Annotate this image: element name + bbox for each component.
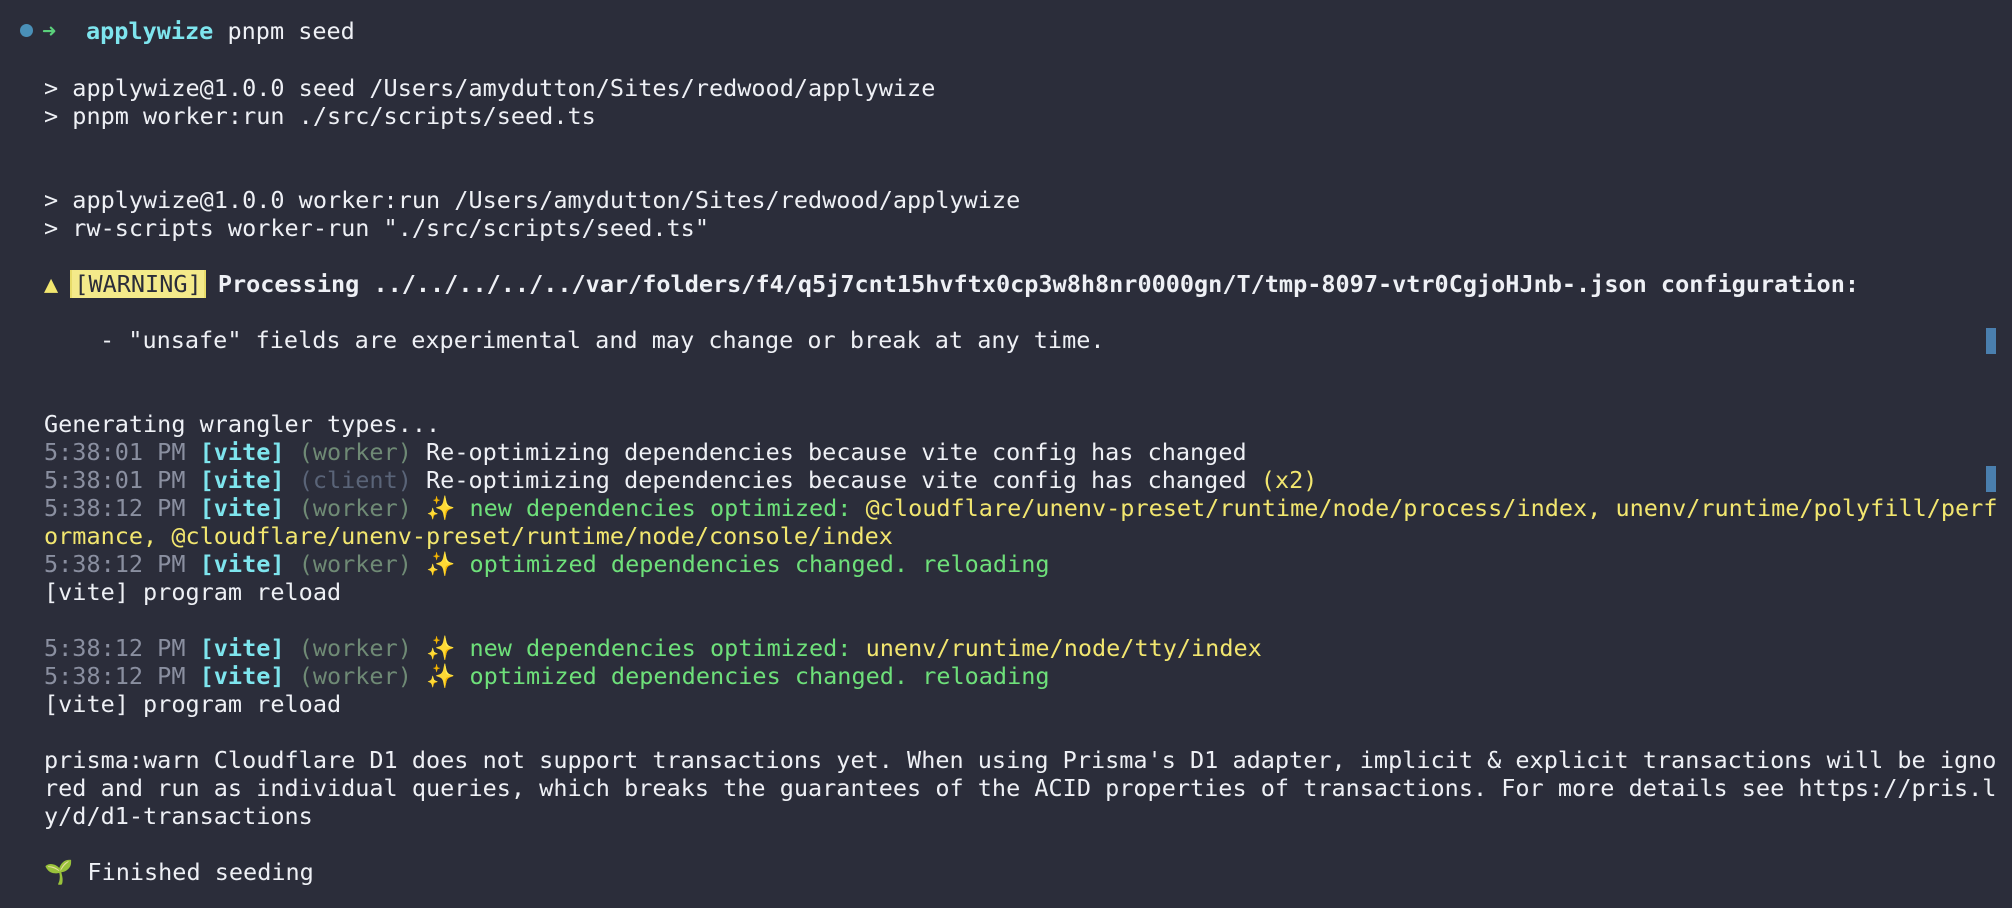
log-context: (worker): [298, 438, 412, 466]
finished-line: 🌱 Finished seeding: [44, 858, 2012, 886]
sparkles-icon: ✨: [426, 550, 456, 578]
log-context: (worker): [298, 634, 412, 662]
prompt-arrow-icon: ➜: [42, 17, 57, 45]
vite-log-line: 5:38:01 PM [vite] (worker) Re-optimizing…: [44, 438, 2012, 466]
sparkles-icon: ✨: [426, 634, 456, 662]
warning-line: ▲ [WARNING] Processing ../../../../../va…: [44, 270, 2012, 298]
log-deps-continued: ormance, @cloudflare/unenv-preset/runtim…: [44, 522, 893, 550]
output-line: > pnpm worker:run ./src/scripts/seed.ts: [44, 102, 596, 130]
log-time: 5:38:12 PM: [44, 550, 186, 578]
sparkles-icon: ✨: [426, 662, 456, 690]
vite-log-line: 5:38:12 PM [vite] (worker) ✨ optimized d…: [44, 662, 2012, 690]
vite-log-line: 5:38:12 PM [vite] (worker) ✨ new depende…: [44, 494, 2012, 522]
vite-tag: [vite]: [199, 438, 285, 466]
log-time: 5:38:12 PM: [44, 662, 186, 690]
vite-tag: [vite]: [199, 634, 285, 662]
prompt-command: pnpm seed: [227, 17, 355, 45]
log-context: (client): [298, 466, 412, 494]
log-message: optimized dependencies changed. reloadin…: [469, 662, 1050, 690]
sprout-icon: 🌱: [44, 858, 74, 886]
log-message: new dependencies optimized:: [469, 494, 852, 522]
vite-tag: [vite]: [199, 662, 285, 690]
vite-tag: [vite]: [199, 550, 285, 578]
log-context: (worker): [298, 550, 412, 578]
log-context: (worker): [298, 662, 412, 690]
prompt-status-dot: [20, 24, 33, 37]
log-time: 5:38:01 PM: [44, 438, 186, 466]
log-deps: unenv/runtime/node/tty/index: [865, 634, 1262, 662]
output-line: [vite] program reload: [44, 578, 342, 606]
vite-tag: [vite]: [199, 494, 285, 522]
terminal-window[interactable]: ➜ applywize pnpm seed > applywize@1.0.0 …: [0, 0, 2012, 908]
warning-triangle-icon: ▲: [44, 270, 59, 298]
log-message: Re-optimizing dependencies because vite …: [426, 438, 1247, 466]
scrollbar-marker[interactable]: [1986, 466, 1996, 492]
warning-text: Processing ../../../../../var/folders/f4…: [217, 270, 1860, 298]
output-line: [vite] program reload: [44, 690, 342, 718]
log-message: new dependencies optimized:: [469, 634, 852, 662]
warning-detail: - "unsafe" fields are experimental and m…: [100, 326, 1105, 354]
output-line: > applywize@1.0.0 seed /Users/amydutton/…: [44, 74, 936, 102]
log-time: 5:38:12 PM: [44, 494, 186, 522]
sparkles-icon: ✨: [426, 494, 456, 522]
prisma-warning-line: y/d/d1-transactions: [44, 802, 313, 830]
log-message: Re-optimizing dependencies because vite …: [426, 466, 1247, 494]
scrollbar-marker[interactable]: [1986, 328, 1996, 354]
log-message: optimized dependencies changed. reloadin…: [469, 550, 1050, 578]
vite-log-line: 5:38:12 PM [vite] (worker) ✨ new depende…: [44, 634, 2012, 662]
prisma-warning-line: red and run as individual queries, which…: [44, 774, 1997, 802]
log-context: (worker): [298, 494, 412, 522]
log-time: 5:38:01 PM: [44, 466, 186, 494]
log-deps: @cloudflare/unenv-preset/runtime/node/pr…: [865, 494, 1998, 522]
output-line: Generating wrangler types...: [44, 410, 441, 438]
log-repeat-count: (x2): [1260, 466, 1318, 494]
prisma-warning-line: prisma:warn Cloudflare D1 does not suppo…: [44, 746, 1997, 774]
prompt-line: applywize pnpm seed: [86, 17, 2012, 45]
warning-badge: [WARNING]: [70, 270, 206, 298]
output-line: > applywize@1.0.0 worker:run /Users/amyd…: [44, 186, 1021, 214]
output-line: > rw-scripts worker-run "./src/scripts/s…: [44, 214, 709, 242]
vite-tag: [vite]: [199, 466, 285, 494]
vite-log-line: 5:38:12 PM [vite] (worker) ✨ optimized d…: [44, 550, 2012, 578]
prompt-cwd: applywize: [86, 17, 214, 45]
vite-log-line: 5:38:01 PM [vite] (client) Re-optimizing…: [44, 466, 2012, 494]
finished-text: Finished seeding: [87, 858, 314, 886]
log-time: 5:38:12 PM: [44, 634, 186, 662]
